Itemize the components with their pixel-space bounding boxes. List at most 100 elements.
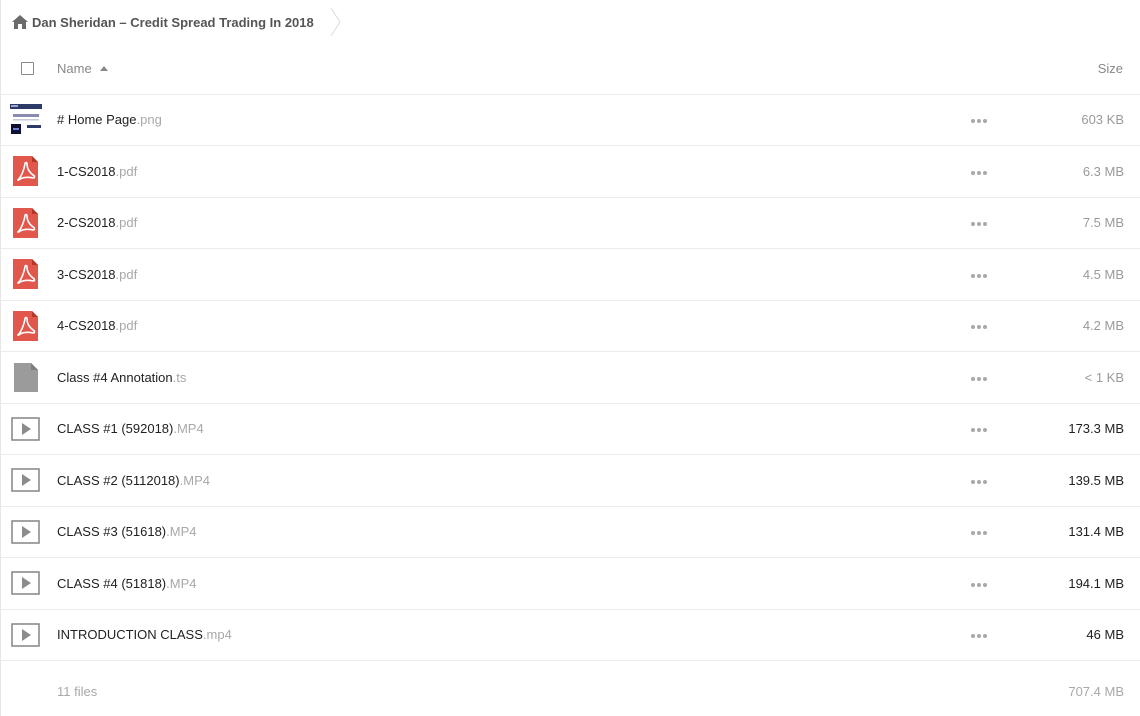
file-name-link[interactable]: 2-CS2018.pdf (55, 197, 955, 249)
file-actions-cell (955, 403, 999, 455)
more-actions-icon[interactable] (969, 268, 989, 284)
file-count: 11 files (57, 684, 98, 700)
file-row[interactable]: 1-CS2018.pdf 6.3 MB (1, 146, 1140, 198)
file-icon-cell (1, 352, 55, 404)
more-actions-icon[interactable] (969, 474, 989, 490)
sort-by-name-header[interactable]: Name (55, 44, 955, 94)
video-play-icon (10, 619, 55, 651)
more-actions-icon[interactable] (969, 113, 989, 129)
file-list-body: # Home Page.png 603 KB 1-CS2018.pdf 6.3 … (1, 94, 1140, 661)
select-all-cell (1, 44, 55, 94)
file-size: 4.5 MB (1082, 266, 1124, 282)
file-name-link[interactable]: CLASS #2 (5112018).MP4 (55, 455, 955, 507)
file-row[interactable]: Class #4 Annotation.ts < 1 KB (1, 352, 1140, 404)
file-extension: .mp4 (202, 627, 232, 643)
sort-by-size-header[interactable]: Size (999, 44, 1140, 94)
file-row[interactable]: 2-CS2018.pdf 7.5 MB (1, 197, 1140, 249)
select-all-checkbox[interactable] (21, 62, 34, 76)
file-extension: .ts (172, 369, 187, 385)
pdf-icon (10, 207, 55, 239)
file-size: 603 KB (1081, 112, 1124, 128)
file-extension: .pdf (115, 215, 138, 231)
file-icon-cell (1, 94, 55, 146)
file-row[interactable]: 3-CS2018.pdf 4.5 MB (1, 249, 1140, 301)
file-actions-cell (955, 506, 999, 558)
generic-file-icon (10, 361, 55, 393)
file-name-link[interactable]: CLASS #1 (592018).MP4 (55, 403, 955, 455)
more-actions-icon[interactable] (969, 165, 989, 181)
file-icon-cell (1, 558, 55, 610)
breadcrumb-home-folder[interactable]: Dan Sheridan – Credit Spread Trading In … (1, 0, 328, 44)
file-row[interactable]: # Home Page.png 603 KB (1, 94, 1140, 146)
more-actions-icon[interactable] (969, 577, 989, 593)
file-actions-cell (955, 146, 999, 198)
pdf-icon (10, 310, 55, 342)
file-name: CLASS #2 (5112018) (57, 472, 180, 488)
video-play-icon (10, 567, 55, 599)
total-size: 707.4 MB (1068, 684, 1124, 700)
file-extension: .png (136, 112, 162, 128)
file-actions-cell (955, 197, 999, 249)
file-name: 2-CS2018 (57, 215, 116, 231)
file-row[interactable]: 4-CS2018.pdf 4.2 MB (1, 300, 1140, 352)
file-actions-cell (955, 609, 999, 661)
file-icon-cell (1, 506, 55, 558)
file-browser-page: Dan Sheridan – Credit Spread Trading In … (0, 0, 1140, 716)
video-play-icon (10, 516, 55, 548)
more-actions-icon[interactable] (969, 319, 989, 335)
more-actions-icon[interactable] (969, 216, 989, 232)
more-actions-icon[interactable] (969, 371, 989, 387)
file-row[interactable]: CLASS #2 (5112018).MP4 139.5 MB (1, 455, 1140, 507)
file-name-link[interactable]: Class #4 Annotation.ts (55, 352, 955, 404)
file-extension: .MP4 (166, 524, 197, 540)
file-name: CLASS #3 (51618) (57, 524, 167, 540)
file-name-link[interactable]: # Home Page.png (55, 94, 955, 146)
file-name-link[interactable]: 3-CS2018.pdf (55, 249, 955, 301)
file-actions-cell (955, 558, 999, 610)
name-column-label: Name (57, 61, 92, 77)
image-thumbnail-icon (10, 103, 55, 136)
more-actions-icon[interactable] (969, 422, 989, 438)
video-play-icon (10, 413, 55, 445)
file-size: 6.3 MB (1082, 163, 1124, 179)
file-name-link[interactable]: 1-CS2018.pdf (55, 146, 955, 198)
file-name-link[interactable]: CLASS #3 (51618).MP4 (55, 506, 955, 558)
file-name: # Home Page (57, 112, 137, 128)
file-list-summary: 11 files 707.4 MB (1, 661, 1140, 716)
file-icon-cell (1, 403, 55, 455)
file-icon-cell (1, 146, 55, 198)
file-list-table: Name Size # Home Page.png 603 KB 1-CS201… (1, 44, 1140, 716)
file-size: 173.3 MB (1068, 421, 1124, 437)
file-name: Class #4 Annotation (57, 369, 173, 385)
video-play-icon (10, 464, 55, 496)
size-column-label: Size (1097, 61, 1123, 77)
more-actions-icon[interactable] (969, 525, 989, 541)
breadcrumb-separator-icon (330, 7, 341, 37)
file-icon-cell (1, 197, 55, 249)
file-actions-cell (955, 352, 999, 404)
more-actions-icon[interactable] (969, 628, 989, 644)
file-row[interactable]: CLASS #3 (51618).MP4 131.4 MB (1, 506, 1140, 558)
file-name: CLASS #1 (592018) (57, 421, 174, 437)
file-extension: .pdf (115, 318, 138, 334)
file-name-link[interactable]: 4-CS2018.pdf (55, 300, 955, 352)
file-list-header: Name Size (1, 44, 1140, 94)
file-name-link[interactable]: INTRODUCTION CLASS.mp4 (55, 609, 955, 661)
file-actions-cell (955, 249, 999, 301)
file-row[interactable]: CLASS #1 (592018).MP4 173.3 MB (1, 403, 1140, 455)
pdf-icon (10, 155, 55, 187)
file-size: 131.4 MB (1068, 524, 1124, 540)
file-extension: .MP4 (179, 472, 210, 488)
file-extension: .MP4 (173, 421, 204, 437)
sort-ascending-icon (99, 66, 108, 72)
file-name: 4-CS2018 (57, 318, 116, 334)
home-icon (12, 15, 28, 29)
file-row[interactable]: INTRODUCTION CLASS.mp4 46 MB (1, 609, 1140, 661)
file-name-link[interactable]: CLASS #4 (51818).MP4 (55, 558, 955, 610)
file-icon-cell (1, 455, 55, 507)
file-row[interactable]: CLASS #4 (51818).MP4 194.1 MB (1, 558, 1140, 610)
file-size: 139.5 MB (1068, 472, 1124, 488)
file-size: < 1 KB (1084, 369, 1124, 385)
file-name: 3-CS2018 (57, 266, 116, 282)
file-name: CLASS #4 (51818) (57, 575, 167, 591)
